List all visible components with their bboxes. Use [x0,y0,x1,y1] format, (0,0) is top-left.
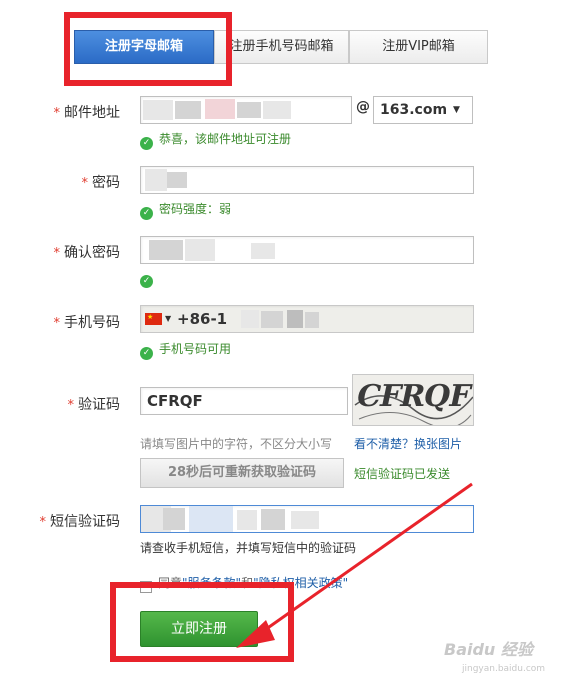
required-mark: * [53,316,61,331]
check-circle-icon: ✓ [140,347,153,360]
email-label: * 邮件地址 [53,105,121,121]
required-mark: * [67,398,75,413]
annotation-highlight-tab [64,12,232,86]
captcha-image[interactable]: CFRQF [352,374,474,426]
watermark-url: jingyan.baidu.com [462,664,546,674]
phone-input[interactable]: ★ ▼ +86-1 [140,305,474,333]
annotation-highlight-submit [110,582,294,662]
required-mark: * [81,176,89,191]
check-circle-icon: ✓ [140,137,153,150]
baidu-watermark: Baidu 经验 [444,640,533,659]
check-circle-icon: ✓ [140,275,153,288]
chevron-down-icon: ▼ [453,105,460,115]
check-circle-icon: ✓ [140,207,153,220]
captcha-label: * 验证码 [67,397,121,413]
email-input[interactable] [140,96,352,124]
captcha-help: 请填写图片中的字符，不区分大小写 [140,437,333,451]
password-input[interactable] [140,166,474,194]
required-mark: * [39,515,47,530]
required-mark: * [53,246,61,261]
password-strength-hint: ✓ 密码强度：弱 [140,200,231,220]
country-code: +86-1 [177,310,228,328]
captcha-input[interactable]: CFRQF [140,387,348,415]
at-symbol: @ [356,99,370,115]
confirm-password-input[interactable] [140,236,474,264]
resend-code-button[interactable]: 28秒后可重新获取验证码 [140,458,344,488]
tab-vip-email[interactable]: 注册VIP邮箱 [349,30,488,64]
sms-code-help: 请查收手机短信，并填写短信中的验证码 [140,541,357,555]
email-available-hint: ✓ 恭喜，该邮件地址可注册 [140,130,291,150]
captcha-refresh-link[interactable]: 看不清楚？换张图片 [354,435,462,452]
confirm-password-label: * 确认密码 [53,245,121,261]
phone-available-hint: ✓ 手机号码可用 [140,340,231,360]
sms-code-label: * 短信验证码 [39,514,121,530]
tab-phone-email[interactable]: 注册手机号码邮箱 [214,30,349,64]
password-label: * 密码 [81,175,121,191]
captcha-text: CFRQF [353,379,474,414]
chevron-down-icon[interactable]: ▼ [165,306,171,332]
sms-sent-status: 短信验证码已发送 [354,467,451,481]
sms-code-input[interactable] [140,505,474,533]
confirm-password-hint: ✓ [140,270,159,288]
domain-select[interactable]: 163.com ▼ [373,96,473,124]
phone-label: * 手机号码 [53,315,121,331]
china-flag-icon[interactable]: ★ [145,313,162,325]
required-mark: * [53,106,61,121]
